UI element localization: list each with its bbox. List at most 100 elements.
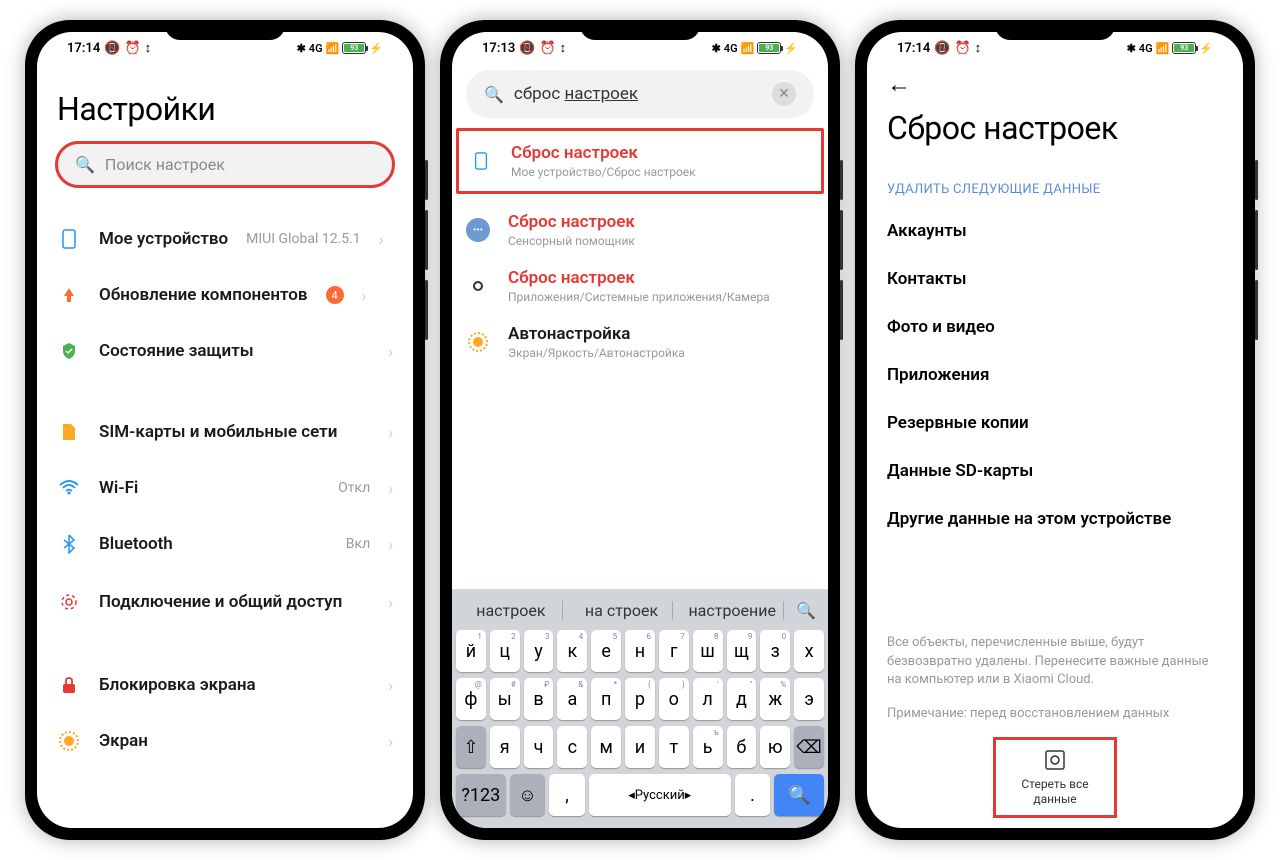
search-input[interactable]: 🔍 сброс настроек ✕ <box>466 70 814 118</box>
phone-frame-1: 17:14 📵 ⏰ ↕ ✱ 4G 📶 93 ⚡ Настройки 🔍 Поис… <box>25 20 425 840</box>
suggestion[interactable]: настроек <box>460 601 563 620</box>
key-т[interactable]: т <box>659 726 689 768</box>
key-б[interactable]: б <box>727 726 757 768</box>
status-time: 17:14 <box>67 41 100 56</box>
battery-icon: 93 <box>757 42 781 54</box>
key-с[interactable]: с <box>557 726 587 768</box>
reset-item: Контакты <box>887 255 1223 303</box>
section-header: УДАЛИТЬ СЛЕДУЮЩИЕ ДАННЫЕ <box>887 182 1223 197</box>
chevron-icon: › <box>362 286 367 305</box>
shield-icon <box>57 339 81 363</box>
footer-note: Примечание: перед восстановлением данных <box>887 701 1223 727</box>
status-time: 17:13 <box>482 41 515 56</box>
key-з[interactable]: з0 <box>760 630 790 672</box>
suggestion[interactable]: на строек <box>571 601 674 620</box>
keyboard-row-3: ⇧ ячсмитьъбю ⌫ <box>456 726 824 768</box>
suggestion[interactable]: настроение <box>681 601 784 620</box>
search-result[interactable]: ••• Сброс настроек Сенсорный помощник <box>466 202 814 258</box>
keyboard: настроек на строек настроение 🔍 й1ц2у3к4… <box>452 589 828 828</box>
back-button[interactable]: ← <box>887 60 1223 99</box>
key-г[interactable]: г7 <box>659 630 689 672</box>
erase-all-button[interactable]: Стереть все данные <box>995 739 1115 816</box>
key-л[interactable]: л' <box>693 678 723 720</box>
chevron-icon: › <box>388 535 393 554</box>
key-э[interactable]: э <box>794 678 824 720</box>
footer-warning: Все объекты, перечисленные выше, будут б… <box>887 630 1223 693</box>
vibrate-icon: 📵 <box>104 41 120 56</box>
space-key[interactable]: ◂ Русский ▸ <box>589 774 731 816</box>
settings-item-share[interactable]: Подключение и общий доступ › <box>57 572 393 632</box>
update-badge: 4 <box>326 286 344 304</box>
search-input[interactable]: 🔍 Поиск настроек <box>57 143 393 186</box>
key-о[interactable]: о) <box>659 678 689 720</box>
key-ж[interactable]: ж% <box>760 678 790 720</box>
search-icon[interactable]: 🔍 <box>792 601 820 620</box>
chevron-icon: › <box>388 732 393 751</box>
share-icon <box>57 590 81 614</box>
sync-icon: ↕ <box>560 40 567 56</box>
key-п[interactable]: п* <box>591 678 621 720</box>
key-и[interactable]: и <box>625 726 655 768</box>
key-е[interactable]: е5 <box>591 630 621 672</box>
comma-key[interactable]: , <box>549 774 585 816</box>
settings-item-wifi[interactable]: Wi-Fi Откл › <box>57 460 393 516</box>
settings-item-display[interactable]: Экран › <box>57 713 393 769</box>
dots-icon: ••• <box>466 218 490 242</box>
key-д[interactable]: д" <box>727 678 757 720</box>
shift-key[interactable]: ⇧ <box>456 726 486 768</box>
key-н[interactable]: н6 <box>625 630 655 672</box>
settings-item-bluetooth[interactable]: Bluetooth Вкл › <box>57 516 393 572</box>
backspace-key[interactable]: ⌫ <box>794 726 824 768</box>
brightness-icon <box>466 330 490 354</box>
chevron-icon: › <box>388 676 393 695</box>
settings-item-update[interactable]: Обновление компонентов 4 › <box>57 267 393 323</box>
search-result[interactable]: Сброс настроек Приложения/Системные прил… <box>466 258 814 314</box>
network-icon: 4G <box>309 42 323 55</box>
search-result-highlighted[interactable]: Сброс настроек Мое устройство/Сброс наст… <box>456 128 824 194</box>
page-title: Настройки <box>57 90 393 128</box>
emoji-key[interactable]: ☺ <box>510 774 546 816</box>
key-к[interactable]: к4 <box>557 630 587 672</box>
settings-item-security[interactable]: Состояние защиты › <box>57 323 393 379</box>
key-х[interactable]: х <box>794 630 824 672</box>
signal-icon: 📶 <box>326 42 340 55</box>
settings-item-sim[interactable]: SIM-карты и мобильные сети › <box>57 404 393 460</box>
key-ш[interactable]: ш8 <box>693 630 723 672</box>
alarm-icon: ⏰ <box>124 41 140 56</box>
keyboard-row-1: й1ц2у3к4е5н6г7ш8щ9з0х <box>456 630 824 672</box>
search-icon: 🔍 <box>484 85 504 104</box>
settings-item-device[interactable]: Мое устройство MIUI Global 12.5.1 › <box>57 211 393 267</box>
reset-item: Приложения <box>887 351 1223 399</box>
bluetooth-icon: ✱ <box>1127 42 1136 55</box>
reset-item: Фото и видео <box>887 303 1223 351</box>
phone-frame-3: 17:14 📵 ⏰ ↕ ✱ 4G 📶 93 ⚡ ← Сброс настроек… <box>855 20 1255 840</box>
key-ю[interactable]: ю <box>760 726 790 768</box>
erase-icon <box>1044 749 1066 771</box>
sync-icon: ↕ <box>975 40 982 56</box>
key-ч[interactable]: ч <box>524 726 554 768</box>
key-ь[interactable]: ьъ <box>693 726 723 768</box>
key-в[interactable]: в₽ <box>524 678 554 720</box>
reset-item: Данные SD-карты <box>887 447 1223 495</box>
update-icon <box>57 283 81 307</box>
settings-item-lock[interactable]: Блокировка экрана › <box>57 657 393 713</box>
key-у[interactable]: у3 <box>524 630 554 672</box>
numeric-key[interactable]: ?123 <box>456 774 506 816</box>
key-ы[interactable]: ы# <box>490 678 520 720</box>
search-key[interactable]: 🔍 <box>774 774 824 816</box>
phone-icon <box>57 227 81 251</box>
key-р[interactable]: р( <box>625 678 655 720</box>
alarm-icon: ⏰ <box>539 41 555 56</box>
reset-item: Аккаунты <box>887 207 1223 255</box>
key-я[interactable]: я <box>490 726 520 768</box>
key-ф[interactable]: ф@ <box>456 678 486 720</box>
period-key[interactable]: . <box>735 774 771 816</box>
key-ц[interactable]: ц2 <box>490 630 520 672</box>
clear-icon[interactable]: ✕ <box>772 82 796 106</box>
key-а[interactable]: а& <box>557 678 587 720</box>
key-щ[interactable]: щ9 <box>727 630 757 672</box>
search-result[interactable]: Автонастройка Экран/Яркость/Автонастройк… <box>466 314 814 370</box>
key-м[interactable]: м <box>591 726 621 768</box>
phone-frame-2: 17:13 📵 ⏰ ↕ ✱ 4G 📶 93 ⚡ 🔍 сброс настроек… <box>440 20 840 840</box>
key-й[interactable]: й1 <box>456 630 486 672</box>
